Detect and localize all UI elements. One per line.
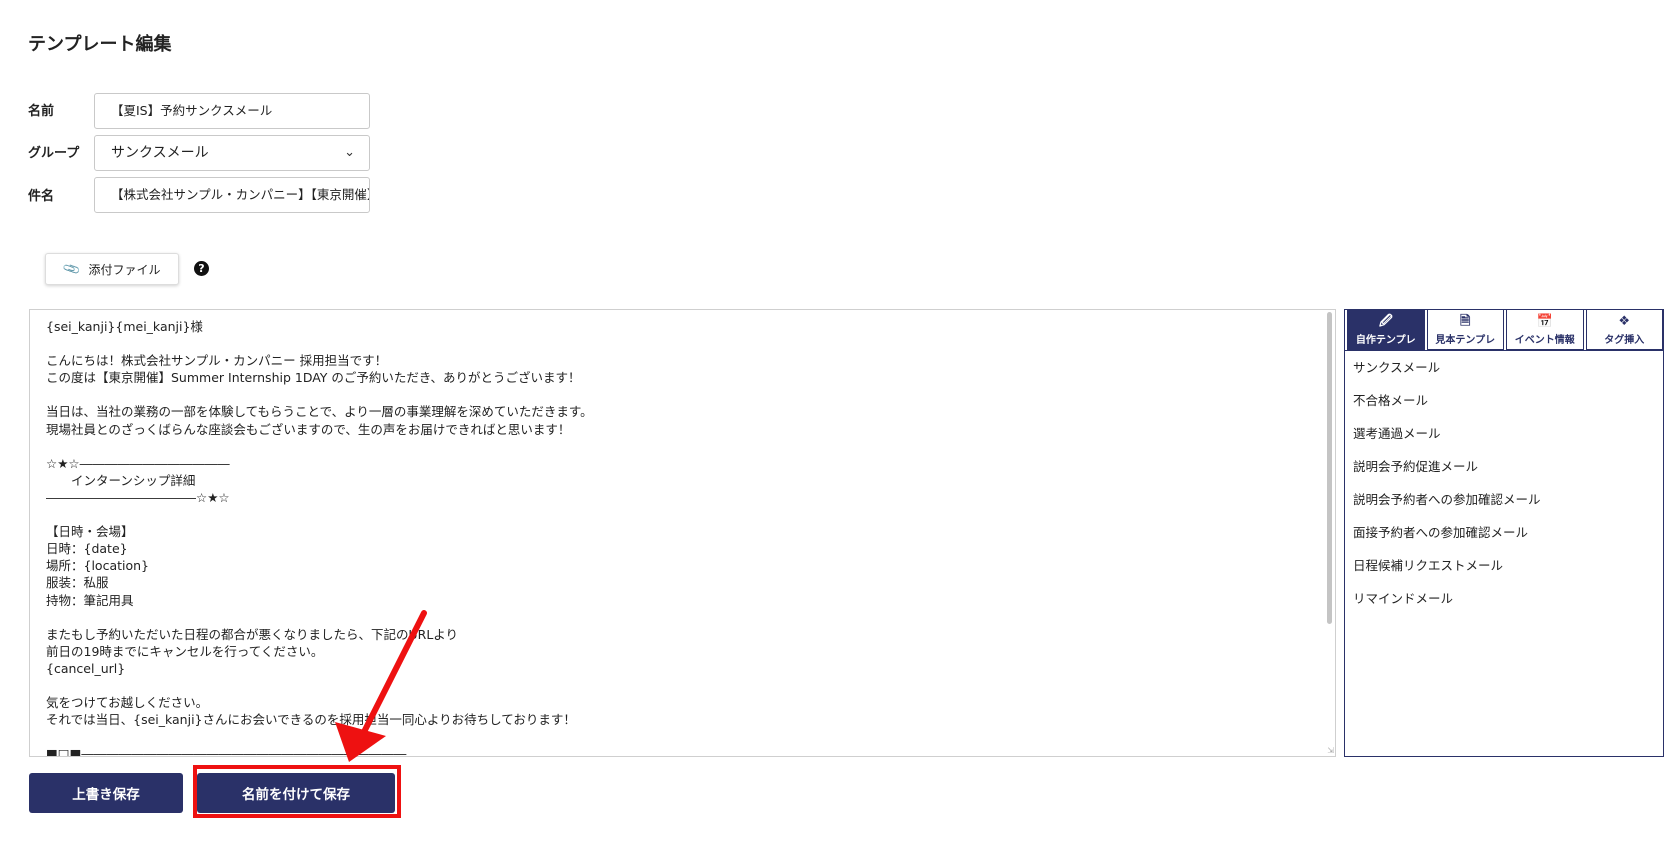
template-side-panel: 🖉 自作テンプレ 🗎 見本テンプレ 📅 イベント情報 ❖ タグ挿入 サンクスメー… bbox=[1344, 309, 1664, 757]
tab-own-templates[interactable]: 🖉 自作テンプレ bbox=[1347, 310, 1425, 350]
group-select[interactable]: サンクスメール ⌄ bbox=[94, 135, 370, 171]
resize-grip-icon[interactable]: ⇲ bbox=[1327, 746, 1334, 755]
sample-document-icon: 🗎 bbox=[1460, 314, 1471, 329]
tab-event-info-label: イベント情報 bbox=[1514, 335, 1575, 346]
chevron-down-icon: ⌄ bbox=[344, 145, 355, 160]
name-label: 名前 bbox=[28, 104, 55, 119]
list-item[interactable]: 説明会予約促進メール bbox=[1345, 450, 1663, 483]
highlight-box bbox=[193, 765, 401, 818]
editor-scrollbar[interactable] bbox=[1327, 312, 1332, 624]
list-item[interactable]: 選考通過メール bbox=[1345, 417, 1663, 450]
help-icon[interactable]: ? bbox=[194, 261, 209, 276]
tab-insert-tag-label: タグ挿入 bbox=[1604, 335, 1645, 346]
list-item[interactable]: 日程候補リクエストメール bbox=[1345, 549, 1663, 582]
list-item[interactable]: リマインドメール bbox=[1345, 582, 1663, 615]
edit-document-icon: 🖉 bbox=[1378, 314, 1393, 329]
page-title: テンプレート編集 bbox=[28, 34, 172, 55]
tab-sample-templates[interactable]: 🗎 見本テンプレ bbox=[1426, 310, 1504, 350]
paperclip-icon: 📎 bbox=[61, 259, 81, 279]
tab-own-templates-label: 自作テンプレ bbox=[1355, 335, 1416, 346]
side-panel-tabs: 🖉 自作テンプレ 🗎 見本テンプレ 📅 イベント情報 ❖ タグ挿入 bbox=[1347, 310, 1663, 350]
tab-event-info[interactable]: 📅 イベント情報 bbox=[1506, 310, 1584, 350]
body-editor[interactable]: {sei_kanji}{mei_kanji}様 こんにちは！株式会社サンプル・カ… bbox=[29, 309, 1336, 757]
group-select-value: サンクスメール bbox=[111, 145, 209, 161]
list-item[interactable]: 不合格メール bbox=[1345, 384, 1663, 417]
tab-sample-templates-label: 見本テンプレ bbox=[1435, 335, 1496, 346]
overwrite-save-button[interactable]: 上書き保存 bbox=[29, 773, 183, 813]
list-item[interactable]: 説明会予約者への参加確認メール bbox=[1345, 483, 1663, 516]
list-item[interactable]: 面接予約者への参加確認メール bbox=[1345, 516, 1663, 549]
tab-insert-tag[interactable]: ❖ タグ挿入 bbox=[1585, 310, 1663, 350]
body-editor-text[interactable]: {sei_kanji}{mei_kanji}様 こんにちは！株式会社サンプル・カ… bbox=[46, 318, 1316, 756]
subject-field[interactable]: 【株式会社サンプル・カンパニー】【東京開催】Summer Internship … bbox=[94, 177, 370, 213]
template-list: サンクスメール 不合格メール 選考通過メール 説明会予約促進メール 説明会予約者… bbox=[1345, 350, 1663, 615]
tag-icon: ❖ bbox=[1618, 314, 1631, 329]
subject-label: 件名 bbox=[28, 189, 55, 204]
calendar-icon: 📅 bbox=[1536, 314, 1553, 329]
group-label: グループ bbox=[28, 146, 80, 161]
attach-file-label: 添付ファイル bbox=[88, 262, 161, 277]
list-item[interactable]: サンクスメール bbox=[1345, 351, 1663, 384]
attach-file-button[interactable]: 📎 添付ファイル bbox=[45, 253, 179, 285]
name-field[interactable]: 【夏IS】予約サンクスメール bbox=[94, 93, 370, 129]
